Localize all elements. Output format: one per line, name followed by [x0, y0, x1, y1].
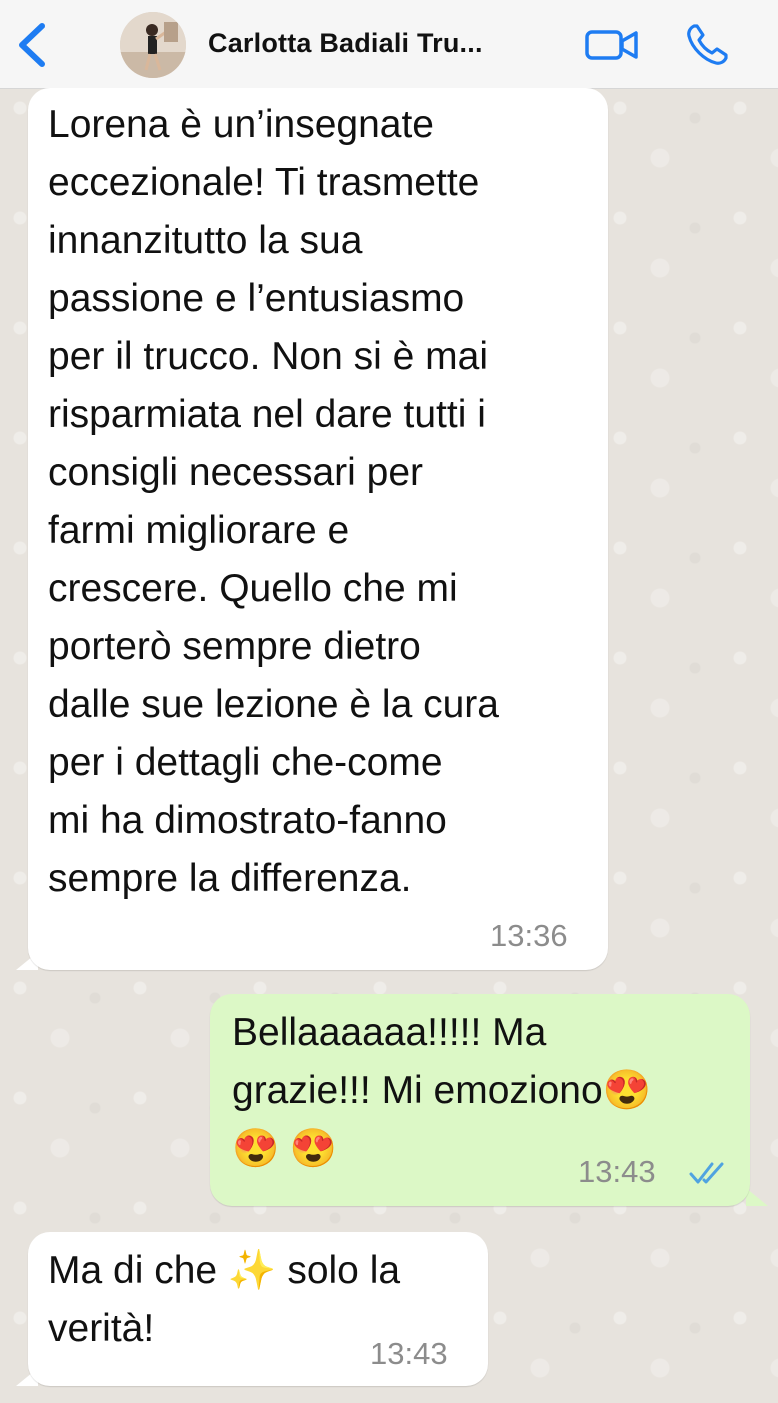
message-line: per i dettagli che-come [48, 741, 443, 784]
message-line: Bellaaaaaa!!!!! Ma [232, 1011, 547, 1054]
message-line: consigli necessari per [48, 451, 424, 494]
message-line: Lorena è un’insegnate [48, 103, 434, 146]
double-check-read-icon [689, 1162, 724, 1184]
chat-header: Carlotta Badiali Tru... [0, 0, 778, 89]
message-line: mi ha dimostrato-fanno [48, 799, 447, 842]
bubble-tail [746, 1188, 768, 1206]
message-line: risparmiata nel dare tutti i [48, 393, 486, 436]
message-line: innanzitutto la sua [48, 219, 363, 262]
message-line: farmi migliorare e [48, 509, 350, 552]
message-text: Lorena è un’insegnate eccezionale! Ti tr… [48, 96, 499, 908]
message-bubble-incoming[interactable]: Ma di che ✨ solo la verità! 13:43 [28, 1232, 488, 1386]
contact-name[interactable]: Carlotta Badiali Tru... [208, 28, 568, 59]
message-line: verità! [48, 1307, 155, 1350]
message-line: dalle sue lezione è la cura [48, 683, 499, 726]
message-timestamp: 13:43 [370, 1336, 448, 1371]
message-line: sempre la differenza. [48, 857, 412, 900]
message-bubble-outgoing[interactable]: Bellaaaaaa!!!!! Ma grazie!!! Mi emoziono… [210, 994, 750, 1206]
chevron-left-icon[interactable] [14, 22, 50, 68]
message-line: porterò sempre dietro [48, 625, 421, 668]
message-timestamp: 13:36 [490, 918, 568, 953]
video-camera-icon[interactable] [584, 28, 640, 62]
message-text: Ma di che ✨ solo la verità! [48, 1242, 400, 1358]
message-timestamp: 13:43 [578, 1154, 656, 1189]
phone-icon[interactable] [684, 22, 730, 68]
message-text: Bellaaaaaa!!!!! Ma grazie!!! Mi emoziono… [232, 1004, 651, 1178]
message-line: per il trucco. Non si è mai [48, 335, 488, 378]
message-bubble-incoming[interactable]: Lorena è un’insegnate eccezionale! Ti tr… [28, 88, 608, 970]
message-line: Ma di che ✨ solo la [48, 1249, 401, 1292]
message-line: crescere. Quello che mi [48, 567, 458, 610]
avatar[interactable] [120, 12, 186, 78]
message-line: grazie!!! Mi emoziono😍 [232, 1069, 652, 1112]
message-line: passione e l’entusiasmo [48, 277, 465, 320]
message-line: eccezionale! Ti trasmette [48, 161, 480, 204]
avatar-photo [120, 12, 186, 78]
